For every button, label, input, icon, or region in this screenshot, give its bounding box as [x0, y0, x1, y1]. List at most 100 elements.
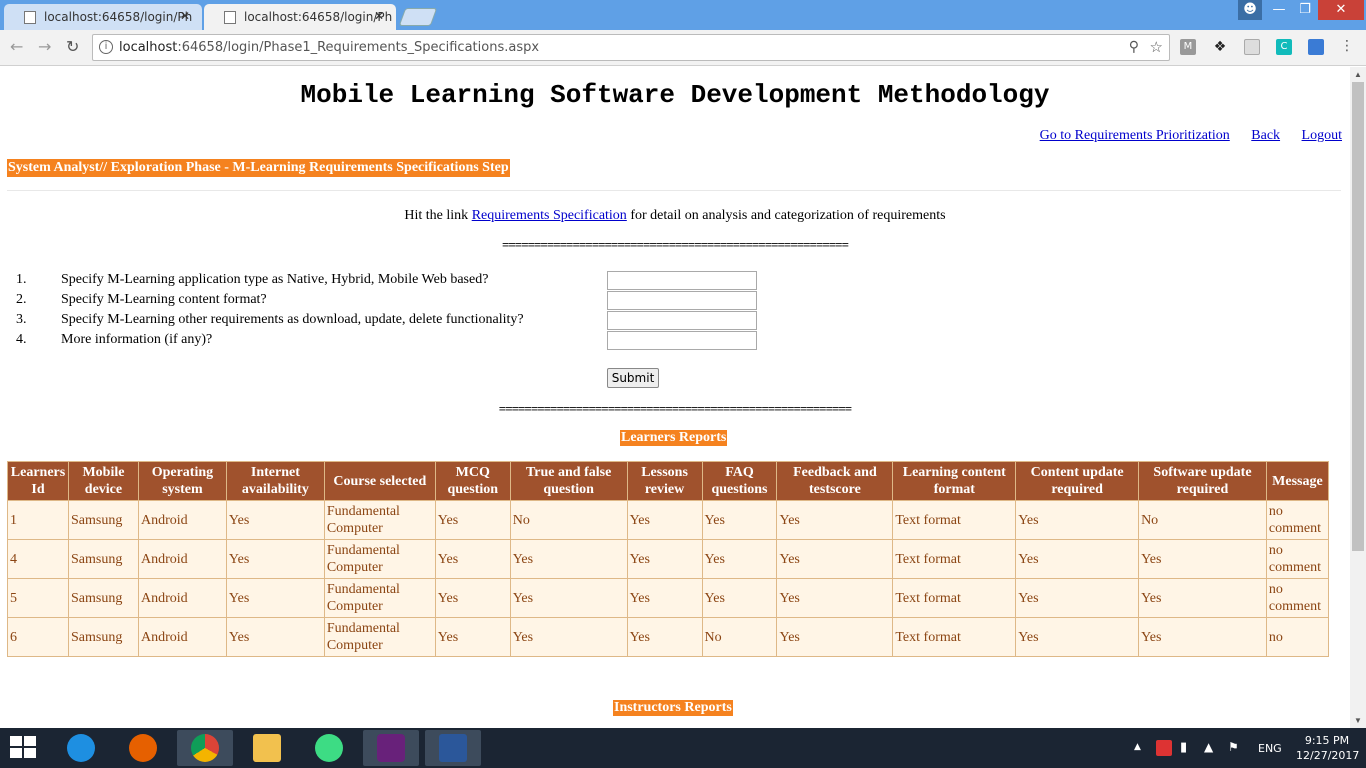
- extension-bird-icon[interactable]: ❖: [1212, 39, 1228, 55]
- firefox-icon[interactable]: [115, 730, 171, 766]
- user-icon[interactable]: ☻: [1238, 0, 1262, 20]
- vertical-scrollbar[interactable]: ▲ ▼: [1350, 67, 1366, 728]
- table-cell: Yes: [225, 578, 325, 618]
- table-cell: Fundamental Computer: [323, 539, 436, 579]
- question-row: 3. Specify M-Learning other requirements…: [16, 311, 776, 332]
- logout-link[interactable]: Logout: [1302, 128, 1342, 143]
- word-icon[interactable]: [425, 730, 481, 766]
- submit-button[interactable]: Submit: [607, 368, 659, 388]
- table-cell: Yes: [701, 578, 778, 618]
- extension-c-icon[interactable]: C: [1276, 39, 1292, 55]
- table-cell: Samsung: [67, 578, 139, 618]
- table-cell: Yes: [1015, 500, 1140, 540]
- table-cell: Samsung: [67, 617, 139, 657]
- table-cell: Yes: [509, 617, 628, 657]
- close-tab-icon[interactable]: ✕: [374, 9, 384, 23]
- instructors-reports-label: Instructors Reports: [613, 700, 733, 716]
- extension-cube-icon[interactable]: [1244, 39, 1260, 55]
- column-header: Message: [1265, 461, 1330, 501]
- table-cell: Android: [137, 539, 227, 579]
- tab-title: localhost:64658/login/Ph: [44, 10, 193, 24]
- hint-text: Hit the link Requirements Specification …: [0, 208, 1350, 224]
- table-cell: Samsung: [67, 539, 139, 579]
- bookmark-star-icon[interactable]: ☆: [1150, 38, 1163, 56]
- clock-time: 9:15 PM: [1304, 734, 1350, 747]
- browser-tab-2-active[interactable]: localhost:64658/login/Ph ✕: [204, 4, 396, 30]
- clock[interactable]: 9:15 PM 12/27/2017: [1296, 733, 1359, 763]
- learners-reports-label: Learners Reports: [620, 430, 728, 446]
- column-header: Feedback and testscore: [776, 461, 894, 501]
- back-link[interactable]: Back: [1251, 128, 1280, 143]
- visual-studio-icon[interactable]: [363, 730, 419, 766]
- show-hidden-icons-icon[interactable]: ▲: [1134, 742, 1141, 752]
- table-cell: Yes: [1138, 578, 1267, 618]
- table-cell: Yes: [225, 617, 325, 657]
- scroll-up-icon[interactable]: ▲: [1354, 70, 1362, 79]
- extension-screen-icon[interactable]: [1308, 39, 1324, 55]
- table-header-row: Learners Id Mobile device Operating system…: [7, 461, 1330, 501]
- minimize-icon[interactable]: —: [1266, 0, 1292, 20]
- page-icon: [24, 11, 36, 24]
- back-arrow-icon[interactable]: ←: [10, 37, 23, 56]
- menu-icon[interactable]: ⋮: [1340, 38, 1354, 54]
- table-cell: Yes: [1015, 539, 1140, 579]
- table-cell: no comment: [1265, 500, 1330, 540]
- app-type-input[interactable]: [607, 271, 757, 290]
- more-information-input[interactable]: [607, 331, 757, 350]
- close-window-icon[interactable]: ✕: [1318, 0, 1364, 20]
- chrome-icon[interactable]: [177, 730, 233, 766]
- column-header: Lessons review: [626, 461, 703, 501]
- other-requirements-input[interactable]: [607, 311, 757, 330]
- content-format-input[interactable]: [607, 291, 757, 310]
- table-cell: 6: [7, 617, 69, 657]
- windows-start-icon[interactable]: [10, 736, 38, 760]
- file-explorer-icon[interactable]: [239, 730, 295, 766]
- scroll-down-icon[interactable]: ▼: [1354, 716, 1362, 725]
- page-viewport: Mobile Learning Software Development Met…: [0, 67, 1350, 728]
- url-path: :64658/login/Phase1_Requirements_Specifi…: [177, 40, 540, 55]
- new-tab-button[interactable]: [398, 8, 438, 26]
- table-cell: Yes: [776, 617, 894, 657]
- column-header: True and false question: [509, 461, 628, 501]
- column-header: Software update required: [1138, 461, 1267, 501]
- language-indicator[interactable]: ENG: [1258, 742, 1282, 755]
- table-cell: No: [701, 617, 778, 657]
- android-studio-icon[interactable]: [301, 730, 357, 766]
- table-cell: Android: [137, 500, 227, 540]
- table-cell: Yes: [776, 578, 894, 618]
- table-cell: 5: [7, 578, 69, 618]
- zoom-icon[interactable]: ⚲: [1129, 39, 1139, 55]
- table-cell: Text format: [892, 578, 1017, 618]
- table-cell: Text format: [892, 617, 1017, 657]
- table-cell: Yes: [434, 500, 511, 540]
- table-cell: 1: [7, 500, 69, 540]
- question-number: 2.: [16, 292, 27, 307]
- column-header: Internet availability: [225, 461, 325, 501]
- network-icon[interactable]: ▲: [1204, 740, 1213, 754]
- table-cell: Samsung: [67, 500, 139, 540]
- table-cell: Yes: [434, 578, 511, 618]
- scroll-thumb[interactable]: [1352, 82, 1364, 551]
- info-icon[interactable]: i: [99, 40, 113, 54]
- table-cell: no comment: [1265, 539, 1330, 579]
- table-cell: Yes: [701, 539, 778, 579]
- requirements-specification-link[interactable]: Requirements Specification: [472, 208, 627, 223]
- page-icon: [224, 11, 236, 24]
- browser-tab-1[interactable]: localhost:64658/login/Ph ✕: [4, 4, 202, 30]
- notification-flag-icon[interactable]: ⚑: [1228, 740, 1239, 754]
- column-header: FAQ questions: [701, 461, 778, 501]
- question-number: 3.: [16, 312, 27, 327]
- browser-tab-bar: localhost:64658/login/Ph ✕ localhost:646…: [0, 0, 1366, 30]
- learners-reports-table: Learners Id Mobile device Operating system…: [7, 461, 1330, 657]
- forward-arrow-icon[interactable]: →: [38, 37, 51, 56]
- address-bar[interactable]: i localhost:64658/login/Phase1_Requireme…: [92, 34, 1170, 61]
- reload-icon[interactable]: ↻: [66, 37, 79, 56]
- battery-icon[interactable]: ▮: [1180, 740, 1187, 755]
- ie-icon[interactable]: [53, 730, 109, 766]
- extension-m-icon[interactable]: M: [1180, 39, 1196, 55]
- question-row: 4. More information (if any)?: [16, 331, 776, 352]
- restore-icon[interactable]: ❐: [1292, 0, 1318, 20]
- close-tab-icon[interactable]: ✕: [180, 9, 190, 23]
- antivirus-icon[interactable]: [1156, 740, 1172, 756]
- requirements-prioritization-link[interactable]: Go to Requirements Prioritization: [1040, 128, 1230, 143]
